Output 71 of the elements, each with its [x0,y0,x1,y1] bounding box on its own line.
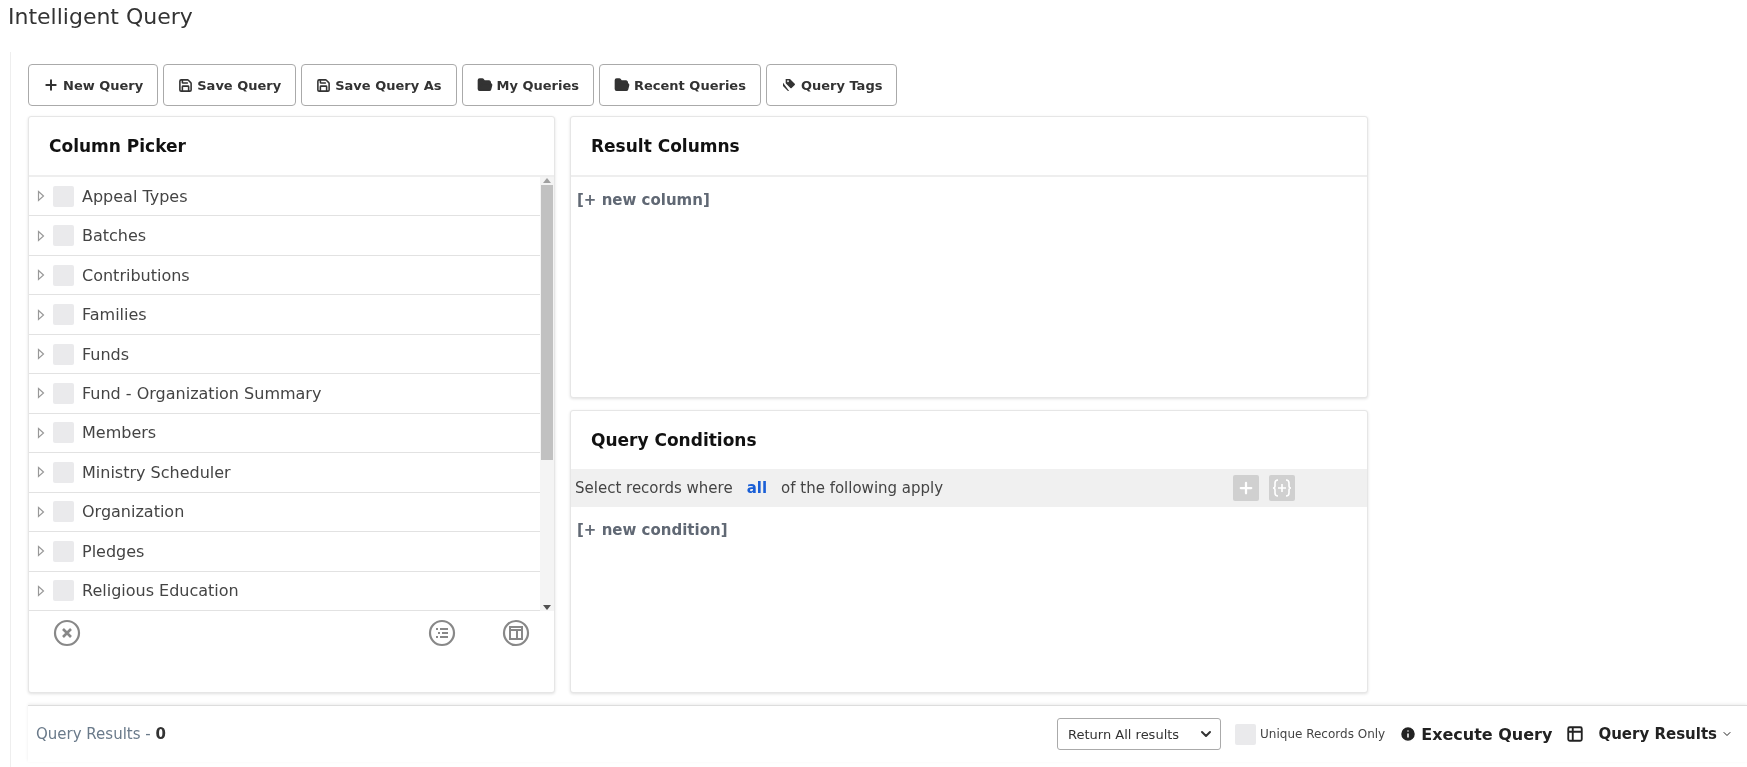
tree-item-label: Pledges [82,541,145,561]
toolbar-button[interactable]: Recent Queries [599,64,761,106]
add-group-button[interactable] [1269,475,1295,501]
caret-right-icon[interactable] [37,308,45,321]
tree-item[interactable]: Contributions [29,255,540,296]
folder-icon [476,77,493,93]
tree-item[interactable]: Appeal Types [29,177,540,217]
panel-title: Result Columns [571,117,1367,177]
tree-item-label: Batches [82,226,147,246]
save-icon [178,77,194,93]
match-mode-link[interactable]: all [746,479,768,497]
results-label: Query Results - 0 [36,725,166,743]
query-results-menu[interactable]: Query Results [1598,725,1733,743]
info-icon [1399,725,1418,743]
toolbar-button[interactable]: Save Query [163,64,297,106]
panel-title: Query Conditions [590,429,758,452]
add-condition-button[interactable] [1233,475,1259,501]
checkbox-label: Unique Records Only [1260,727,1386,741]
tree-item[interactable]: Ministry Scheduler [29,453,540,493]
tree-item[interactable]: Families [29,295,540,335]
scrollbar[interactable] [540,177,554,611]
plus-icon [43,77,59,93]
tree-item-label: Contributions [82,265,190,285]
tree-item[interactable]: Batches [29,216,540,256]
caret-right-icon[interactable] [37,466,45,479]
tree-item-label: Families [82,305,147,325]
scroll-up-icon[interactable] [543,177,551,183]
tree-item-label: Fund - Organization Summary [82,384,322,403]
scroll-down-icon[interactable] [543,605,551,611]
folder-icon [614,77,630,93]
caret-right-icon[interactable] [37,387,45,400]
caret-right-icon[interactable] [37,505,45,518]
new-condition-link[interactable]: [+ new condition] [571,507,734,553]
tree-item-label: Religious Education [82,581,239,601]
tree-item-label: Ministry Scheduler [82,462,231,482]
caret-right-icon[interactable] [37,545,45,558]
list-icon[interactable] [428,619,456,647]
toolbar-button[interactable]: My Queries [461,64,594,106]
tree-item[interactable]: Organization [29,492,540,533]
toolbar-button[interactable]: Save Query As [301,64,457,106]
condition-text: Select records where [575,479,733,497]
braces-plus-icon [1272,478,1292,498]
caret-right-icon[interactable] [37,584,45,597]
caret-right-icon[interactable] [37,229,45,242]
plus-icon [1237,479,1255,497]
tree-item[interactable]: Fund - Organization Summary [29,374,540,414]
tree-item-label: Members [82,423,157,443]
toolbar-button[interactable]: Query Tags [765,64,898,106]
tags-icon [780,77,797,93]
save-icon [316,77,332,93]
execute-query-button[interactable]: Execute Query [1399,724,1553,744]
layout-icon[interactable] [502,619,530,647]
page-title: Intelligent Query [7,3,194,31]
tree-item[interactable]: Members [29,413,540,454]
table-icon[interactable] [1566,725,1585,743]
return-results-select[interactable]: Return All results [1057,718,1222,750]
condition-text: of the following apply [781,479,944,497]
tree-item-label: Organization [82,502,185,522]
tree-item[interactable]: Funds [29,334,540,375]
tree-item-label: Appeal Types [82,186,188,206]
panel-title: Column Picker [29,117,554,177]
caret-right-icon[interactable] [37,190,45,203]
tree-item-label: Funds [82,344,130,364]
toolbar-button[interactable]: New Query [28,64,159,106]
tree-item[interactable]: Religious Education [29,571,540,611]
caret-right-icon[interactable] [37,269,45,282]
caret-right-icon[interactable] [37,348,45,361]
clear-icon[interactable] [53,619,81,647]
caret-right-icon[interactable] [37,426,45,439]
new-column-link[interactable]: [+ new column] [571,177,716,223]
tree-item[interactable]: Pledges [29,532,540,572]
